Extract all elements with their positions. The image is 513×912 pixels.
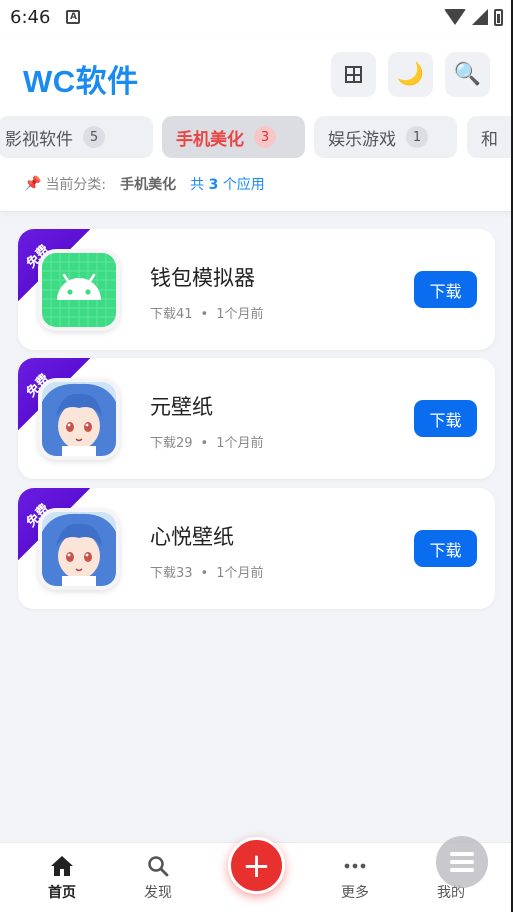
tab-category-0[interactable]: 影视软件 5 [0,116,153,158]
search-icon [147,854,169,878]
download-button[interactable]: 下载 [414,530,477,567]
download-button[interactable]: 下载 [414,400,477,437]
app-name: 元壁纸 [150,395,213,419]
layout-toggle-button[interactable] [331,52,376,97]
tab-category-3[interactable]: 和 [467,116,513,158]
updated-time: 1个月前 [216,566,264,581]
tab-count-badge: 1 [406,126,428,148]
total-prefix: 共 [190,177,205,193]
notification-icon: A [66,10,81,24]
meta-separator: • [200,436,209,451]
meta-separator: • [200,566,209,581]
tab-label: 娱乐游戏 [328,129,396,150]
battery-icon [494,8,503,26]
floating-menu-button[interactable] [436,836,488,888]
nav-discover[interactable]: 发现 [118,843,198,912]
tab-label: 影视软件 [5,129,73,150]
nav-home[interactable]: 首页 [22,843,102,912]
nav-more[interactable]: 更多 [315,843,395,912]
updated-time: 1个月前 [216,307,264,322]
app-total: 共 3 个应用 [190,174,265,194]
add-button[interactable]: + [228,837,285,894]
category-tabs: 影视软件 5 手机美化 3 娱乐游戏 1 和 [0,116,513,158]
menu-line [450,860,474,864]
status-indicators [444,8,503,26]
pin-icon: 📌 [24,176,42,192]
current-category: 📌 当前分类: 手机美化 共 3 个应用 [24,174,265,194]
tab-count-badge: 5 [83,126,105,148]
menu-line [450,868,474,872]
menu-line [450,852,474,856]
app-meta: 下载33 • 1个月前 [150,562,264,581]
current-category-name: 手机美化 [120,177,177,193]
tab-category-1[interactable]: 手机美化 3 [162,116,305,158]
app-title: WC软件 [23,64,139,99]
app-name: 心悦壁纸 [150,525,234,549]
status-time: 6:46 [10,6,51,28]
dark-mode-button[interactable]: 🌙 [388,52,433,97]
total-count: 3 [208,177,219,193]
app-icon [38,378,120,460]
header: WC软件 🌙 🔍 影视软件 5 手机美化 3 娱乐游戏 1 和 📌 当前分类: … [0,34,513,212]
app-name: 钱包模拟器 [150,266,255,290]
nav-discover-label: 发现 [144,885,172,901]
app-meta: 下载41 • 1个月前 [150,303,264,322]
home-icon [50,854,74,878]
meta-separator: • [200,307,209,322]
app-card[interactable]: 免费 钱包模拟器 下载41 • 1个月前 下载 [18,229,495,350]
search-icon: 🔍 [453,62,482,87]
nav-more-label: 更多 [341,885,369,901]
tab-category-2[interactable]: 娱乐游戏 1 [314,116,457,158]
app-card[interactable]: 免费 元壁纸 下载29 • 1个月前 下载 [18,358,495,479]
app-icon [38,249,120,331]
updated-time: 1个月前 [216,436,264,451]
download-button[interactable]: 下载 [414,271,477,308]
total-suffix: 个应用 [222,177,265,193]
download-count: 下载29 [150,436,193,451]
app-meta: 下载29 • 1个月前 [150,432,264,451]
wifi-icon [444,9,466,25]
grid-icon [345,66,362,83]
anime-girl-icon [42,512,116,586]
search-button[interactable]: 🔍 [445,52,490,97]
nav-home-label: 首页 [48,885,76,901]
android-icon [42,253,116,327]
status-bar: 6:46 A [0,0,513,34]
app-icon [38,508,120,590]
current-category-label: 当前分类: [45,177,107,193]
app-card[interactable]: 免费 心悦壁纸 下载33 • 1个月前 下载 [18,488,495,609]
download-count: 下载33 [150,566,193,581]
tab-label: 手机美化 [176,129,244,150]
download-count: 下载41 [150,307,193,322]
anime-girl-icon [42,382,116,456]
more-icon [344,854,366,878]
tab-label: 和 [481,129,498,150]
tab-count-badge: 3 [254,126,276,148]
moon-icon: 🌙 [396,62,425,87]
signal-icon [472,9,488,25]
